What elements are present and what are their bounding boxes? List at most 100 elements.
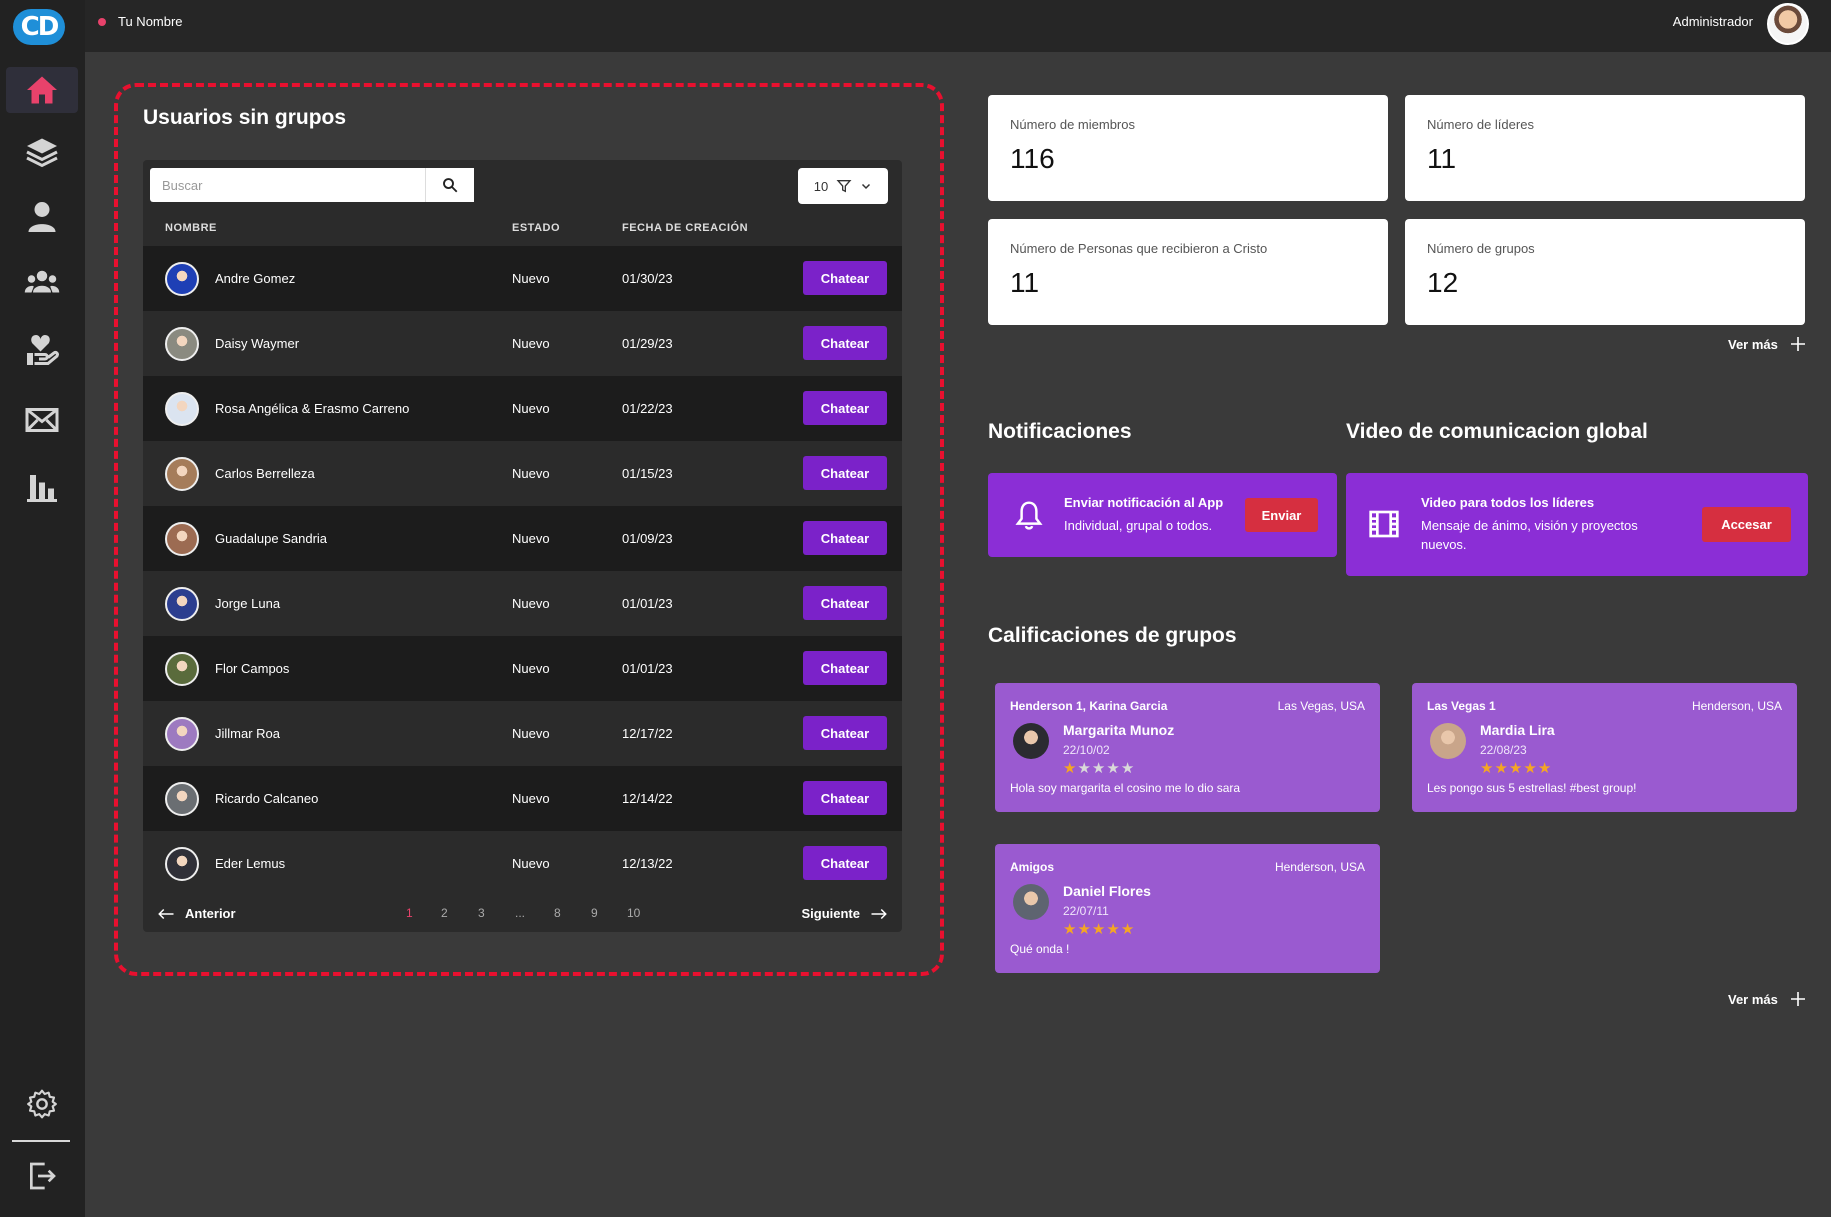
rating-comment: Les pongo sus 5 estrellas! #best group! (1427, 781, 1637, 795)
bell-icon (1015, 501, 1043, 530)
stat-card-members: Número de miembros 116 (988, 95, 1388, 201)
avatar (165, 652, 199, 686)
chat-button[interactable]: Chatear (803, 391, 887, 425)
page-number[interactable]: 10 (627, 906, 640, 920)
user-name: Eder Lemus (215, 856, 286, 871)
page-number[interactable]: 2 (441, 906, 448, 920)
status-dot (98, 18, 106, 26)
pager-next-button[interactable]: Siguiente (801, 906, 888, 921)
chat-button[interactable]: Chatear (803, 716, 887, 750)
search-button[interactable] (425, 168, 474, 202)
chat-button[interactable]: Chatear (803, 586, 887, 620)
film-icon (1369, 510, 1399, 538)
chat-button[interactable]: Chatear (803, 261, 887, 295)
access-video-button[interactable]: Accesar (1702, 507, 1791, 542)
admin-avatar[interactable] (1767, 3, 1809, 45)
rating-group: Henderson 1, Karina Garcia (1010, 699, 1168, 713)
avatar (165, 522, 199, 556)
stat-value: 11 (1427, 143, 1457, 174)
chat-button[interactable]: Chatear (803, 781, 887, 815)
nav-reports[interactable] (6, 464, 78, 510)
nav-groups[interactable] (6, 259, 78, 305)
page-number[interactable]: 8 (554, 906, 561, 920)
page-number[interactable]: 1 (406, 906, 413, 920)
page-number[interactable]: 3 (478, 906, 485, 920)
page-number[interactable]: 9 (591, 906, 598, 920)
stat-card-converts: Número de Personas que recibieron a Cris… (988, 219, 1388, 325)
gear-icon (27, 1089, 57, 1119)
stat-card-groups: Número de grupos 12 (1405, 219, 1805, 325)
mail-icon (25, 408, 59, 432)
nav-care[interactable] (6, 327, 78, 373)
user-state: Nuevo (512, 726, 550, 741)
rating-author: Daniel Flores (1063, 883, 1151, 899)
arrow-left-icon (158, 908, 174, 919)
pagination: Anterior 1 2 3... 8 9 10 Siguiente (143, 900, 902, 932)
user-name: Daisy Waymer (215, 336, 300, 351)
chat-button[interactable]: Chatear (803, 326, 887, 360)
star-icon: ★ (1063, 920, 1078, 938)
user-date: 12/17/22 (622, 726, 673, 741)
chat-button[interactable]: Chatear (803, 846, 887, 880)
avatar (165, 457, 199, 491)
user-name: Ricardo Calcaneo (215, 791, 319, 806)
page-size-filter[interactable]: 10 (798, 168, 888, 204)
nav-home[interactable] (6, 67, 78, 113)
send-notification-button[interactable]: Enviar (1245, 498, 1318, 532)
rating-card: Henderson 1, Karina Garcia Las Vegas, USA… (995, 683, 1380, 812)
stats-more-link[interactable]: Ver más (1728, 336, 1806, 352)
layers-icon (26, 138, 58, 168)
plus-icon (1790, 337, 1805, 351)
chevron-down-icon (862, 183, 871, 190)
star-rating: ★★★★★ (1063, 920, 1135, 938)
table-row: Jorge Luna Nuevo 01/01/23 Chatear (143, 571, 902, 636)
ratings-more-link[interactable]: Ver más (1728, 991, 1806, 1007)
rating-date: 22/08/23 (1480, 743, 1527, 757)
nav-settings[interactable] (6, 1081, 78, 1127)
star-icon: ★ (1077, 759, 1092, 777)
nav-users[interactable] (6, 194, 78, 240)
app-logo[interactable]: CD (13, 9, 65, 45)
rating-location: Henderson, USA (1274, 860, 1365, 874)
chat-button[interactable]: Chatear (803, 521, 887, 555)
rating-author: Margarita Munoz (1063, 722, 1175, 738)
chat-button[interactable]: Chatear (803, 456, 887, 490)
filter-icon (836, 180, 852, 193)
avatar (165, 327, 199, 361)
rating-author: Mardia Lira (1480, 722, 1555, 738)
user-date: 01/01/23 (622, 661, 673, 676)
pager-prev-button[interactable]: Anterior (157, 906, 236, 921)
user-name: Andre Gomez (215, 271, 296, 286)
username: Tu Nombre (118, 14, 183, 29)
star-icon: ★ (1063, 759, 1078, 777)
stat-label: Número de miembros (1010, 117, 1135, 132)
plus-icon (1790, 992, 1805, 1006)
chat-button[interactable]: Chatear (803, 651, 887, 685)
topbar: Tu Nombre Administrador (85, 0, 1831, 52)
user-date: 12/14/22 (622, 791, 673, 806)
notification-card-title: Enviar notificación al App (1064, 495, 1224, 510)
bar-chart-icon (27, 475, 57, 502)
page-size-value: 10 (813, 178, 829, 194)
nav-layers[interactable] (6, 129, 78, 175)
logout-icon (30, 1162, 56, 1190)
nav-logout[interactable] (6, 1153, 78, 1199)
group-icon (24, 270, 60, 293)
table-row: Flor Campos Nuevo 01/01/23 Chatear (143, 636, 902, 701)
user-state: Nuevo (512, 596, 550, 611)
table-row: Eder Lemus Nuevo 12/13/22 Chatear (143, 831, 902, 896)
search-icon (443, 178, 458, 193)
user-date: 01/09/23 (622, 531, 673, 546)
user-name: Guadalupe Sandria (215, 531, 328, 546)
user-state: Nuevo (512, 661, 550, 676)
notifications-title: Notificaciones (988, 420, 1132, 443)
stat-label: Número de líderes (1427, 117, 1534, 132)
user-date: 01/29/23 (622, 336, 673, 351)
star-rating: ★★★★★ (1480, 759, 1552, 777)
user-date: 12/13/22 (622, 856, 673, 871)
star-icon: ★ (1537, 759, 1553, 777)
stat-label: Número de Personas que recibieron a Cris… (1010, 241, 1268, 256)
stat-card-leaders: Número de líderes 11 (1405, 95, 1805, 201)
rating-card: Amigos Henderson, USA Daniel Flores 22/07/1… (995, 844, 1380, 973)
nav-messages[interactable] (6, 397, 78, 443)
